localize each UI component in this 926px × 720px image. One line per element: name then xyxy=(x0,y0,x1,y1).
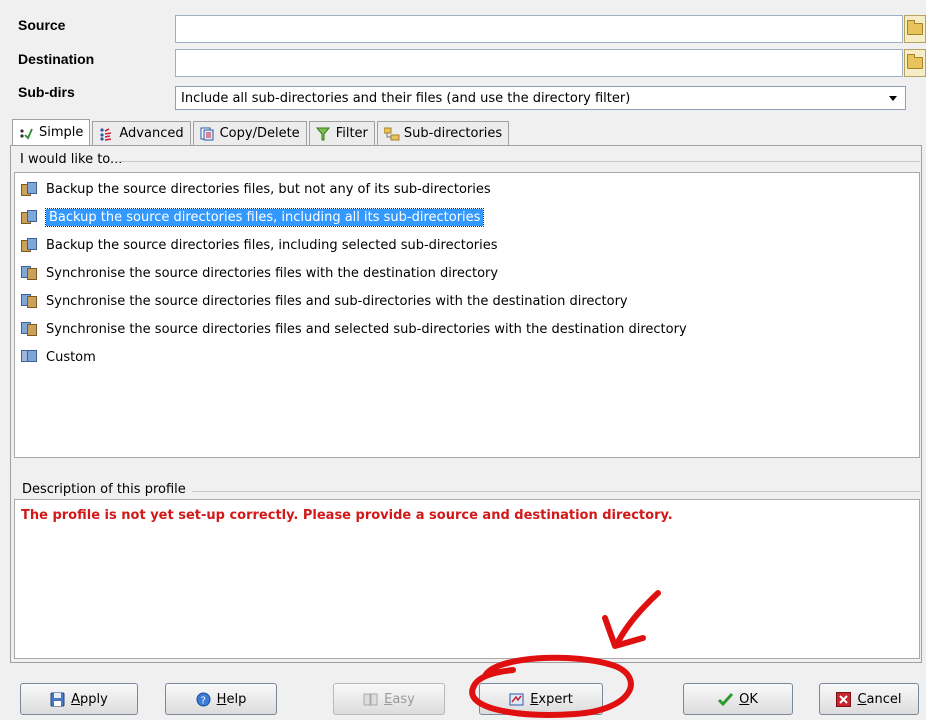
tab-bar: Simple Advanced Copy/Delete Filter Sub-d… xyxy=(12,119,511,145)
tab-filter[interactable]: Filter xyxy=(308,121,375,145)
list-item-selected[interactable]: Backup the source directories files, inc… xyxy=(15,203,919,231)
accelerator-key: O xyxy=(739,691,750,707)
synchronise-icon xyxy=(21,293,38,309)
ok-button[interactable]: OK xyxy=(683,683,793,715)
easy-mode-icon xyxy=(363,692,378,707)
help-icon: ? xyxy=(196,692,211,707)
subdirs-label: Sub-dirs xyxy=(18,84,75,100)
destination-browse-button[interactable] xyxy=(904,49,926,77)
list-item-label: Backup the source directories files, inc… xyxy=(44,207,485,227)
tab-label: Simple xyxy=(39,125,84,140)
destination-input[interactable] xyxy=(175,49,903,77)
tab-label: Advanced xyxy=(119,126,184,141)
list-item-label: Synchronise the source directories files… xyxy=(46,265,499,281)
list-item-label: Synchronise the source directories files… xyxy=(46,321,687,337)
list-item-label: Custom xyxy=(46,349,96,365)
list-item-label: Synchronise the source directories files… xyxy=(46,293,628,309)
tab-sub-directories[interactable]: Sub-directories xyxy=(376,121,510,145)
source-input[interactable] xyxy=(175,15,903,43)
backup-icon xyxy=(21,181,38,197)
copy-delete-icon xyxy=(200,127,214,141)
tab-label: Filter xyxy=(335,126,368,141)
tab-label: Sub-directories xyxy=(403,126,503,141)
tab-label: Copy/Delete xyxy=(219,126,300,141)
list-item[interactable]: Synchronise the source directories files… xyxy=(15,259,919,287)
cancel-icon xyxy=(836,691,852,707)
ok-label: K xyxy=(749,691,758,707)
list-item[interactable]: Backup the source directories files, but… xyxy=(15,175,919,203)
apply-label: pply xyxy=(80,691,108,707)
list-item[interactable]: Synchronise the source directories files… xyxy=(15,287,919,315)
list-item[interactable]: Custom xyxy=(15,343,919,371)
accelerator-key: C xyxy=(857,691,867,707)
description-group-title: Description of this profile xyxy=(22,482,186,497)
accelerator-key: H xyxy=(216,691,227,707)
custom-icon xyxy=(21,349,38,365)
checkmark-icon xyxy=(718,692,734,707)
subdirs-select[interactable]: Include all sub-directories and their fi… xyxy=(175,86,906,110)
options-group-title: I would like to... xyxy=(20,152,123,167)
backup-icon xyxy=(21,237,38,253)
accelerator-key: A xyxy=(71,691,81,707)
cancel-button[interactable]: Cancel xyxy=(819,683,919,715)
help-button[interactable]: ? Help xyxy=(165,683,277,715)
annotation-overlay xyxy=(469,590,661,718)
filter-icon xyxy=(315,127,330,141)
advanced-icon xyxy=(99,127,113,141)
folder-icon xyxy=(907,20,923,35)
description-text: The profile is not yet set-up correctly.… xyxy=(21,508,673,523)
save-icon xyxy=(50,692,65,707)
tab-simple[interactable]: Simple xyxy=(12,119,91,145)
folder-icon xyxy=(907,54,923,69)
easy-button[interactable]: Easy xyxy=(333,683,445,715)
tab-copy-delete[interactable]: Copy/Delete xyxy=(192,121,307,145)
subdirs-selected-value: Include all sub-directories and their fi… xyxy=(181,90,631,106)
svg-text:?: ? xyxy=(200,695,205,706)
source-label: Source xyxy=(18,17,66,33)
list-item[interactable]: Synchronise the source directories files… xyxy=(15,315,919,343)
annotation-circle xyxy=(469,654,634,718)
cancel-label: ancel xyxy=(866,691,902,707)
dropdown-arrow-icon[interactable] xyxy=(889,95,897,101)
easy-label: asy xyxy=(392,691,415,707)
annotation-arrow xyxy=(615,590,661,645)
group-divider xyxy=(192,491,920,492)
options-list: Backup the source directories files, but… xyxy=(14,172,920,458)
help-label: elp xyxy=(226,691,247,707)
backup-icon xyxy=(21,209,38,225)
list-item[interactable]: Backup the source directories files, inc… xyxy=(15,231,919,259)
destination-label: Destination xyxy=(18,51,95,67)
tab-advanced[interactable]: Advanced xyxy=(92,121,191,145)
apply-button[interactable]: Apply xyxy=(20,683,138,715)
list-item-label: Backup the source directories files, inc… xyxy=(46,237,498,253)
group-divider xyxy=(116,161,920,162)
sub-directories-icon xyxy=(383,127,400,141)
source-browse-button[interactable] xyxy=(904,15,926,43)
synchronise-icon xyxy=(21,265,38,281)
list-item-label: Backup the source directories files, but… xyxy=(46,181,491,197)
simple-icon xyxy=(19,126,33,140)
synchronise-icon xyxy=(21,321,38,337)
